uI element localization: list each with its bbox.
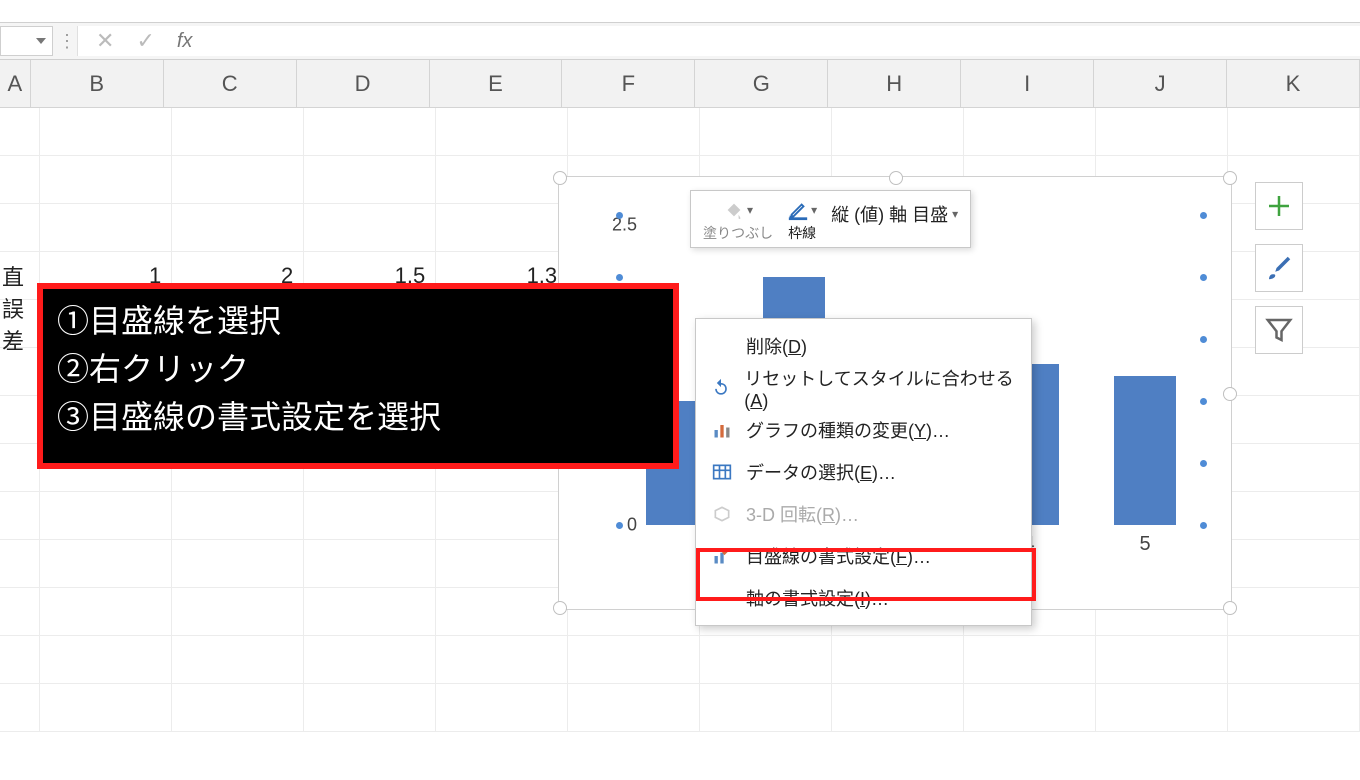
menu-label: 削除(D) <box>746 333 807 359</box>
cell-value: 直 <box>2 260 24 292</box>
reset-icon <box>711 378 731 398</box>
col-header[interactable]: F <box>562 60 695 108</box>
chart-icon <box>712 420 732 440</box>
name-box[interactable] <box>0 26 53 56</box>
gridline-handle[interactable] <box>1200 212 1207 219</box>
col-label: D <box>355 71 371 97</box>
chart-elements-button[interactable] <box>1255 182 1303 230</box>
gridline-handle[interactable] <box>1200 398 1207 405</box>
col-header[interactable]: D <box>297 60 430 108</box>
brush-icon <box>1264 253 1294 283</box>
chevron-down-icon: ▾ <box>747 203 753 217</box>
funnel-icon <box>1264 315 1294 345</box>
fill-button: ▾ 塗りつぶし <box>699 195 777 245</box>
fx-label[interactable]: fx <box>177 30 193 53</box>
menu-3d-rotation: 3-D 回転(R)… <box>696 493 1031 535</box>
col-header[interactable]: I <box>961 60 1094 108</box>
mini-toolbar: ▾ 塗りつぶし ▾ 枠線 縦 (値) 軸 目盛 ▾ <box>690 190 971 248</box>
chart-handle[interactable] <box>1223 601 1237 615</box>
col-header[interactable]: A <box>0 60 31 108</box>
col-header[interactable]: J <box>1094 60 1227 108</box>
chevron-down-icon: ▾ <box>952 207 958 221</box>
chart-handle[interactable] <box>1223 171 1237 185</box>
menu-format-axis[interactable]: 軸の書式設定(I)… <box>696 577 1031 619</box>
context-menu: 削除(D) リセットしてスタイルに合わせる(A) グラフの種類の変更(Y)… デ… <box>695 318 1032 626</box>
plus-icon <box>1264 191 1294 221</box>
chart-filter-button[interactable] <box>1255 306 1303 354</box>
chart-handle[interactable] <box>553 171 567 185</box>
col-label: I <box>1024 71 1030 97</box>
outline-label: 枠線 <box>788 223 816 243</box>
chevron-down-icon <box>36 36 46 46</box>
instruction-line: ③目盛線の書式設定を選択 <box>57 393 659 441</box>
col-label: E <box>488 71 503 97</box>
col-label: F <box>622 71 635 97</box>
fill-label: 塗りつぶし <box>703 223 773 243</box>
chart-handle[interactable] <box>553 601 567 615</box>
col-label: G <box>753 71 770 97</box>
col-label: C <box>222 71 238 97</box>
cell[interactable]: 誤差 <box>0 300 40 348</box>
cube-icon <box>712 504 732 524</box>
gridline-handle[interactable] <box>616 212 623 219</box>
instruction-line: ②右クリック <box>57 345 659 393</box>
selector-value: 縦 (値) 軸 目盛 <box>831 201 948 227</box>
menu-select-data[interactable]: データの選択(E)… <box>696 451 1031 493</box>
cell-value: 誤差 <box>2 292 29 356</box>
col-header[interactable]: K <box>1227 60 1360 108</box>
menu-label: データの選択(E)… <box>746 459 896 485</box>
gridline-handle[interactable] <box>1200 460 1207 467</box>
menu-label: グラフの種類の変更(Y)… <box>746 417 950 443</box>
instruction-line: ①目盛線を選択 <box>57 297 659 345</box>
col-label: H <box>886 71 902 97</box>
bar[interactable] <box>1114 376 1176 525</box>
chart-handle[interactable] <box>1223 387 1237 401</box>
col-label: B <box>89 71 104 97</box>
bucket-icon <box>723 199 745 221</box>
menu-delete[interactable]: 削除(D) <box>696 325 1031 367</box>
gridline-handle[interactable] <box>1200 336 1207 343</box>
col-label: K <box>1286 71 1301 97</box>
formula-bar-drag-icon: ⋮ <box>57 23 77 59</box>
gridline-handle[interactable] <box>1200 522 1207 529</box>
menu-format-gridlines[interactable]: 目盛線の書式設定(F)… <box>696 535 1031 577</box>
menu-label: リセットしてスタイルに合わせる(A) <box>744 365 1017 412</box>
col-header[interactable]: B <box>31 60 164 108</box>
enter-icon[interactable]: ✓ <box>136 28 154 54</box>
column-headers: A B C D E F G H I J K <box>0 60 1360 108</box>
formula-input[interactable] <box>210 26 1360 56</box>
menu-change-chart-type[interactable]: グラフの種類の変更(Y)… <box>696 409 1031 451</box>
chart-action-buttons <box>1255 182 1303 354</box>
gridline-handle[interactable] <box>616 274 623 281</box>
chart-styles-button[interactable] <box>1255 244 1303 292</box>
menu-label: 目盛線の書式設定(F)… <box>746 543 931 569</box>
formula-bar: ⋮ ✕ ✓ fx <box>0 22 1360 60</box>
outline-button[interactable]: ▾ 枠線 <box>783 195 821 245</box>
pen-icon <box>787 199 809 221</box>
gridline-handle[interactable] <box>1200 274 1207 281</box>
chart-element-selector[interactable]: 縦 (値) 軸 目盛 ▾ <box>827 195 962 233</box>
col-header[interactable]: C <box>164 60 297 108</box>
menu-reset-style[interactable]: リセットしてスタイルに合わせる(A) <box>696 367 1031 409</box>
col-header[interactable]: H <box>828 60 961 108</box>
instruction-overlay: ①目盛線を選択 ②右クリック ③目盛線の書式設定を選択 <box>37 283 679 469</box>
format-gridlines-icon <box>712 546 732 566</box>
x-tick-label: 5 <box>1139 533 1150 556</box>
col-label: J <box>1155 71 1166 97</box>
col-header[interactable]: G <box>695 60 828 108</box>
col-header[interactable]: E <box>430 60 563 108</box>
gridline-handle[interactable] <box>616 522 623 529</box>
menu-label: 軸の書式設定(I)… <box>746 585 889 611</box>
col-label: A <box>8 71 23 97</box>
chart-handle[interactable] <box>889 171 903 185</box>
chevron-down-icon: ▾ <box>811 203 817 217</box>
table-icon <box>712 462 732 482</box>
cancel-icon[interactable]: ✕ <box>96 28 114 54</box>
menu-label: 3-D 回転(R)… <box>746 501 859 527</box>
